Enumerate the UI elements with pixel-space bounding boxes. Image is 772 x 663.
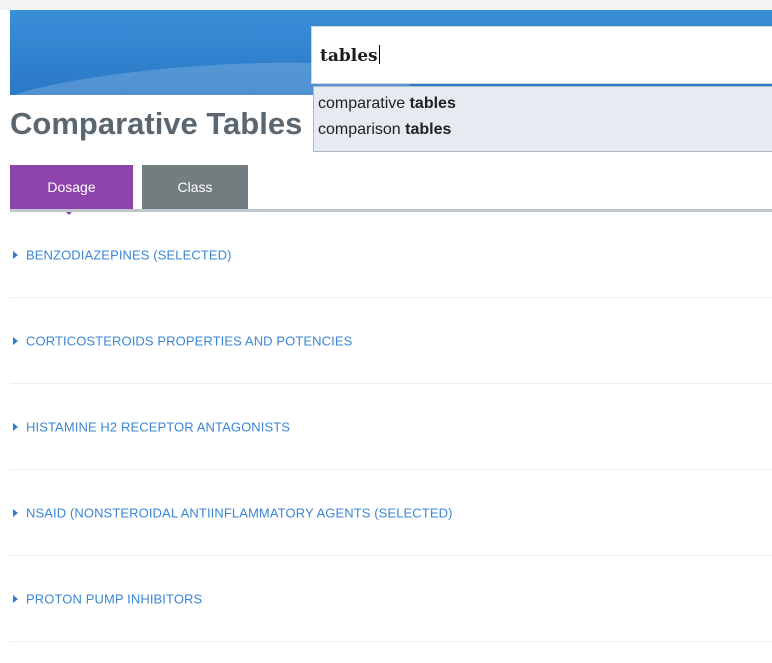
page: tables Comparative Tables comparative ta… [0, 0, 772, 663]
list-item-label[interactable]: BENZODIAZEPINES (SELECTED) [26, 247, 232, 262]
suggestion-prefix: comparison [318, 121, 406, 138]
list-item[interactable]: HISTAMINE H2 RECEPTOR ANTAGONISTS [10, 384, 772, 470]
caret-right-icon [13, 336, 18, 345]
caret-right-icon [13, 250, 18, 259]
autocomplete-suggestion[interactable]: comparative tables [314, 91, 772, 117]
list-item[interactable]: PROTON PUMP INHIBITORS [10, 556, 772, 642]
list-item-label[interactable]: PROTON PUMP INHIBITORS [26, 591, 202, 606]
list-item[interactable]: BENZODIAZEPINES (SELECTED) [10, 212, 772, 298]
page-title: Comparative Tables [10, 106, 303, 141]
list-item[interactable]: NSAID (NONSTEROIDAL ANTIINFLAMMATORY AGE… [10, 470, 772, 556]
caret-right-icon [13, 422, 18, 431]
list-item-label[interactable]: NSAID (NONSTEROIDAL ANTIINFLAMMATORY AGE… [26, 505, 453, 520]
tab-class[interactable]: Class [142, 165, 248, 209]
caret-right-icon [13, 594, 18, 603]
text-caret [378, 45, 380, 64]
tab-dosage[interactable]: Dosage [10, 165, 133, 209]
suggestion-match: tables [409, 95, 456, 112]
search-input[interactable]: tables [311, 26, 772, 84]
list-item[interactable]: CORTICOSTEROIDS PROPERTIES AND POTENCIES [10, 298, 772, 384]
top-strip [0, 0, 772, 10]
caret-right-icon [13, 508, 18, 517]
autocomplete-dropdown: comparative tables comparison tables [313, 86, 772, 152]
suggestion-match: tables [405, 121, 452, 138]
suggestion-prefix: comparative [318, 95, 410, 112]
comparative-tables-list: BENZODIAZEPINES (SELECTED) CORTICOSTEROI… [10, 212, 772, 642]
list-item-label[interactable]: CORTICOSTEROIDS PROPERTIES AND POTENCIES [26, 333, 352, 348]
search-query-value: tables [320, 46, 378, 66]
list-item-label[interactable]: HISTAMINE H2 RECEPTOR ANTAGONISTS [26, 419, 290, 434]
search-query-text: tables [320, 45, 380, 66]
autocomplete-suggestion[interactable]: comparison tables [314, 117, 772, 143]
